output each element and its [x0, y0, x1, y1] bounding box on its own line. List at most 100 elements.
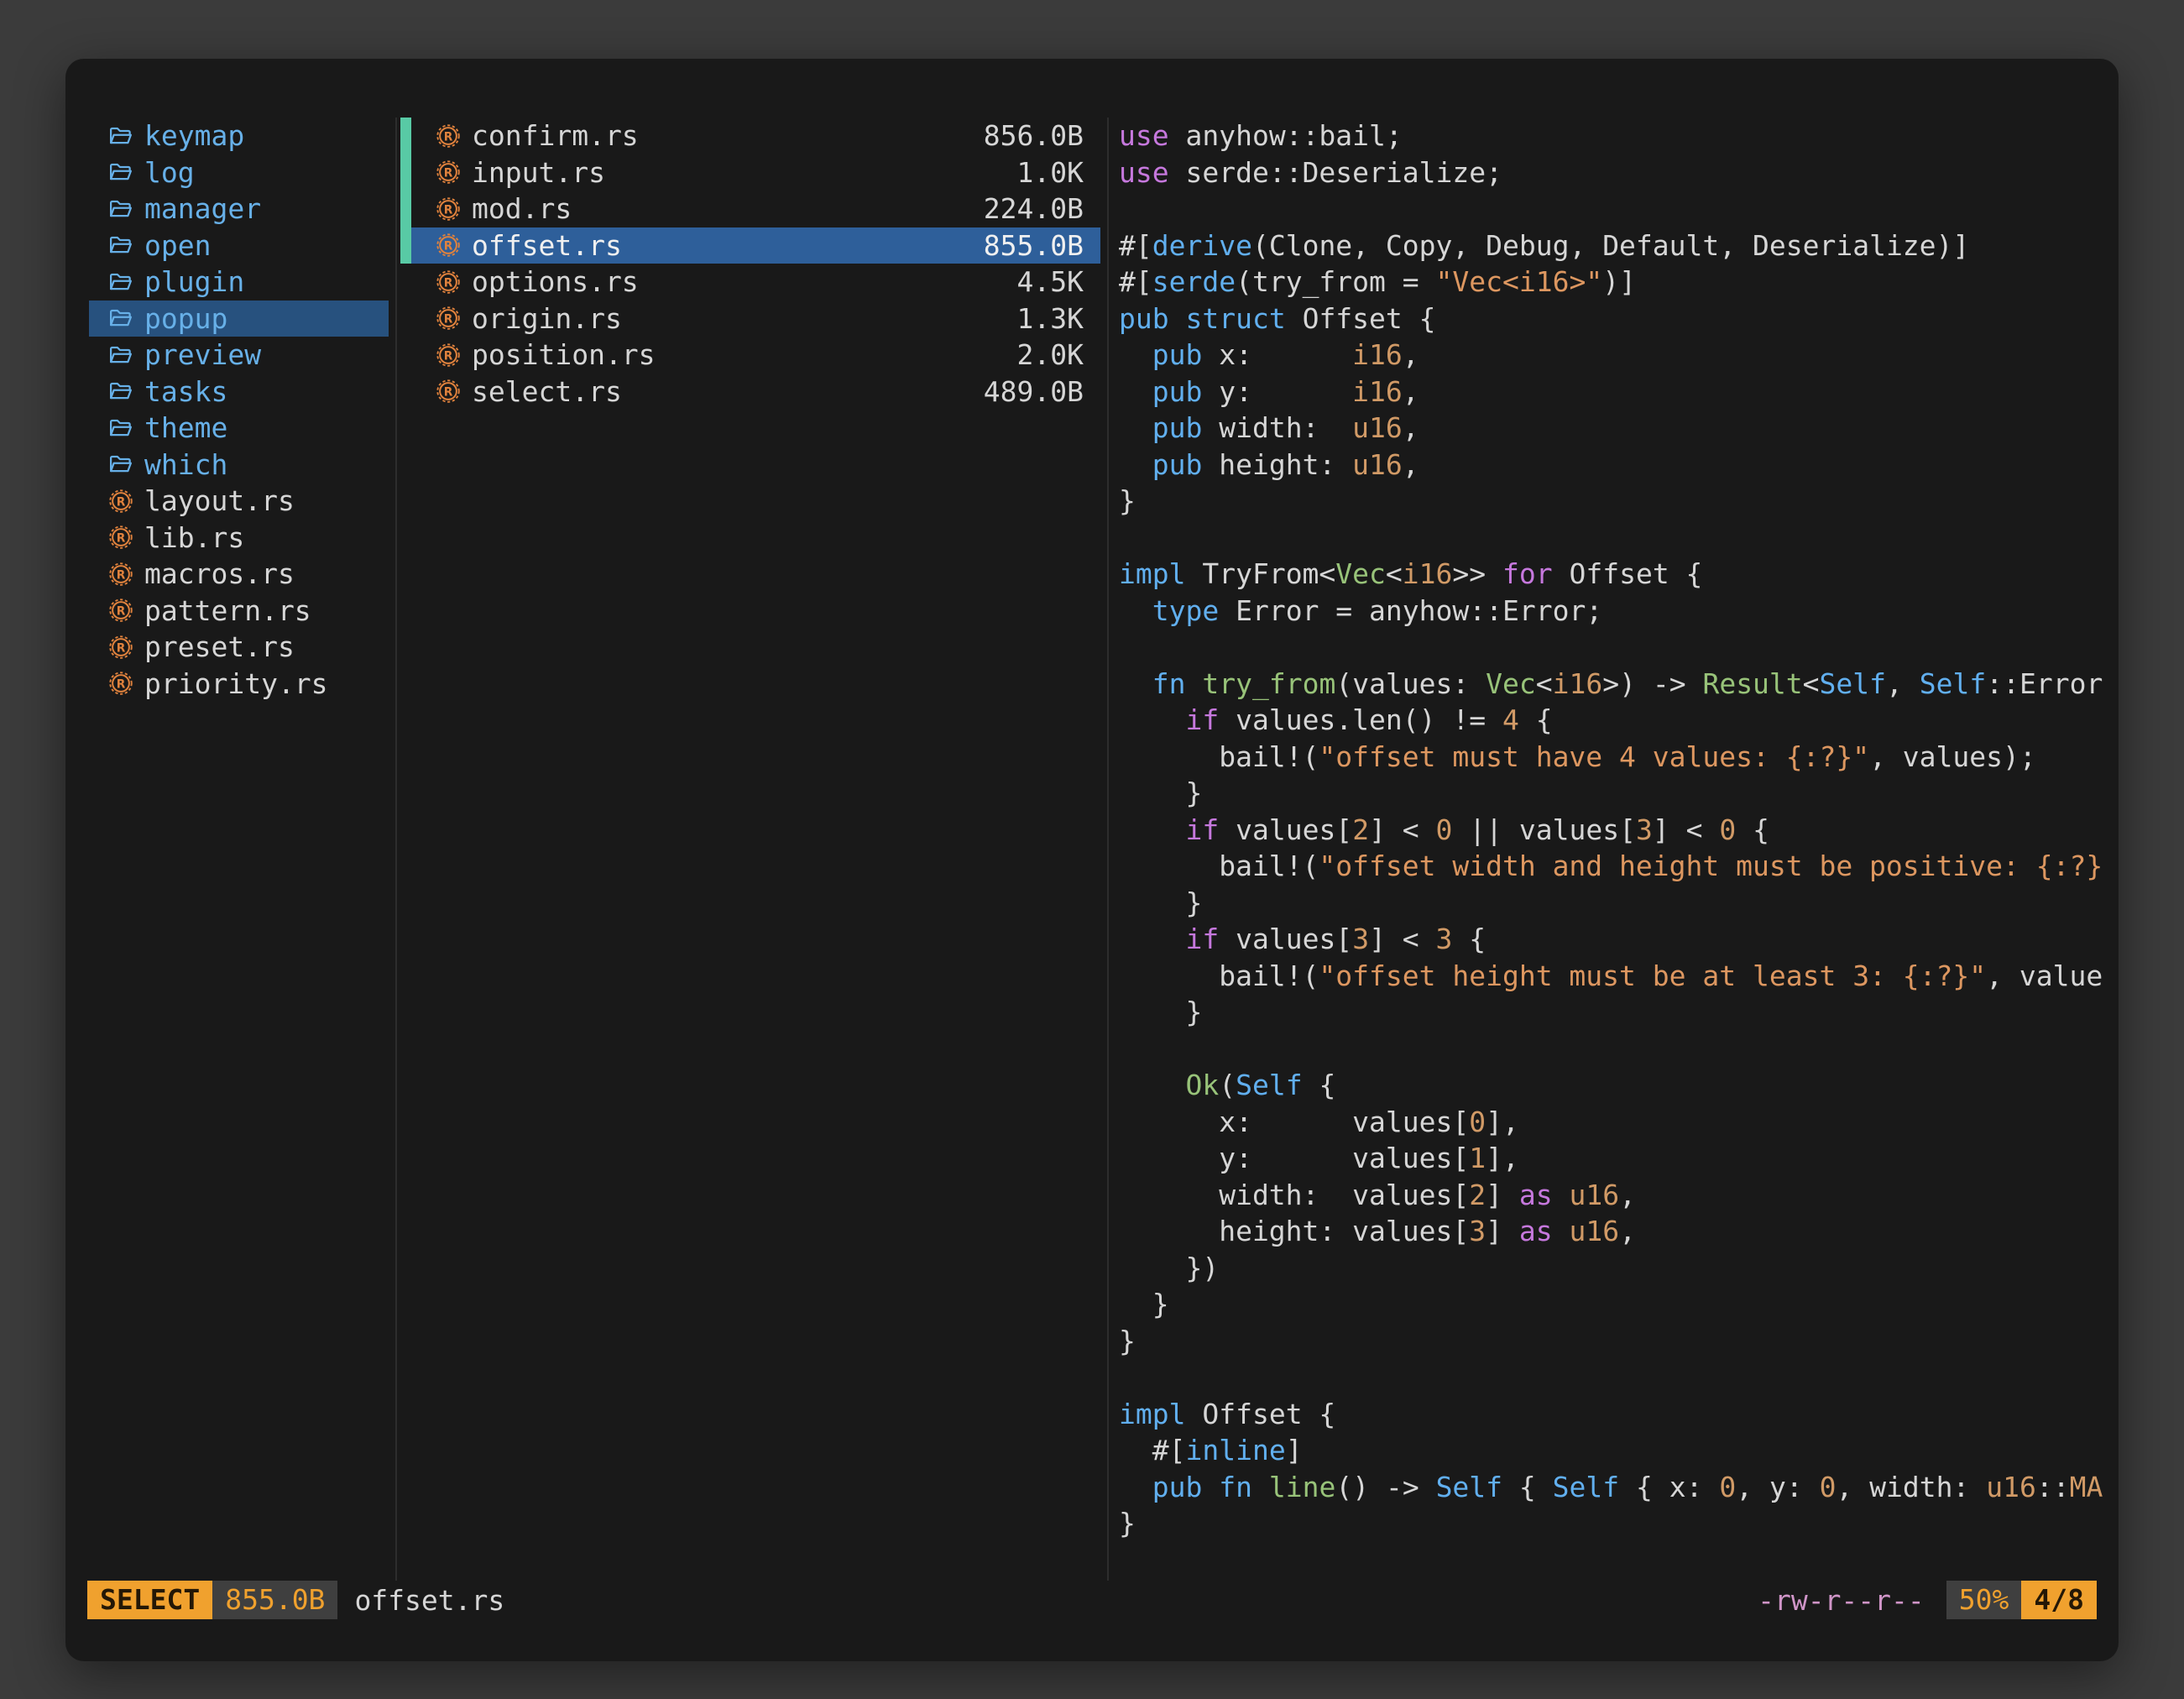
code-line	[1119, 520, 2119, 557]
file-size: 4.5K	[1017, 265, 1084, 298]
cursor-position-badge: 4/8	[2021, 1581, 2097, 1619]
file-row-content: R options.rs 4.5K	[411, 264, 1100, 301]
code-line: #[derive(Clone, Copy, Debug, Default, De…	[1119, 227, 2119, 264]
file-row-content: R offset.rs 855.0B	[411, 227, 1100, 264]
file-name: manager	[144, 192, 261, 225]
file-list-item[interactable]: R mod.rs 224.0B	[400, 191, 1107, 227]
preview-pane[interactable]: use anyhow::bail;use serde::Deserialize;…	[1109, 118, 2119, 1581]
sidebar-dir-item[interactable]: open	[89, 227, 389, 264]
folder-icon	[107, 342, 134, 369]
rust-file-icon: R	[107, 488, 134, 515]
file-list-item[interactable]: R select.rs 489.0B	[400, 374, 1107, 410]
folder-icon	[107, 415, 134, 442]
svg-text:R: R	[444, 240, 453, 254]
code-line: pub height: u16,	[1119, 447, 2119, 484]
file-name: log	[144, 156, 195, 189]
sidebar-dir-item[interactable]: preview	[89, 337, 389, 374]
file-name: priority.rs	[144, 667, 328, 700]
code-line: }	[1119, 483, 2119, 520]
sidebar-dir-item[interactable]: keymap	[89, 118, 389, 154]
sidebar-dir-item[interactable]: popup	[89, 301, 389, 337]
code-line: Ok(Self {	[1119, 1067, 2119, 1104]
file-name: confirm.rs	[472, 119, 639, 152]
sidebar-dir-item[interactable]: theme	[89, 410, 389, 447]
file-list-item[interactable]: R input.rs 1.0K	[400, 154, 1107, 191]
sidebar-dir-item[interactable]: tasks	[89, 374, 389, 410]
rust-file-icon: R	[435, 378, 462, 405]
file-list-item[interactable]: R origin.rs 1.3K	[400, 301, 1107, 337]
file-row-content: R mod.rs 224.0B	[411, 191, 1100, 227]
svg-text:R: R	[117, 678, 126, 692]
page: { "colors": { "page_bg": "#3b3b3b", "win…	[0, 0, 2184, 1699]
sidebar-dir-item[interactable]: R lib.rs	[89, 520, 389, 557]
svg-text:R: R	[444, 130, 453, 144]
svg-text:R: R	[117, 495, 126, 509]
code-line	[1119, 1359, 2119, 1396]
file-name: tasks	[144, 375, 227, 408]
scroll-percent-badge: 50%	[1946, 1581, 2022, 1619]
code-line: if values[2] < 0 || values[3] < 0 {	[1119, 812, 2119, 849]
file-size: 1.3K	[1017, 302, 1084, 335]
code-line: pub y: i16,	[1119, 374, 2119, 410]
sidebar-dir-item[interactable]: plugin	[89, 264, 389, 301]
svg-text:R: R	[444, 349, 453, 363]
code-line: impl Offset {	[1119, 1396, 2119, 1433]
code-line: bail!("offset width and height must be p…	[1119, 848, 2119, 885]
folder-icon	[107, 269, 134, 295]
code-line: impl TryFrom<Vec<i16>> for Offset {	[1119, 556, 2119, 593]
file-list-item[interactable]: R offset.rs 855.0B	[400, 227, 1107, 264]
file-name: lib.rs	[144, 521, 244, 554]
code-line: fn try_from(values: Vec<i16>) -> Result<…	[1119, 666, 2119, 703]
file-size: 1.0K	[1017, 156, 1084, 189]
rust-file-icon: R	[107, 670, 134, 697]
rust-file-icon: R	[435, 123, 462, 149]
selection-marker	[400, 264, 411, 301]
sidebar-dir-item[interactable]: manager	[89, 191, 389, 227]
code-line	[1119, 1031, 2119, 1068]
sidebar-dir-item[interactable]: R preset.rs	[89, 629, 389, 666]
file-name: macros.rs	[144, 557, 295, 590]
code-line: #[serde(try_from = "Vec<i16>")]	[1119, 264, 2119, 301]
rust-file-icon: R	[107, 597, 134, 624]
file-name: popup	[144, 302, 227, 335]
file-row-content: R position.rs 2.0K	[411, 337, 1100, 374]
svg-text:R: R	[444, 386, 453, 400]
code-line	[1119, 191, 2119, 227]
rust-file-icon: R	[107, 524, 134, 551]
sidebar-dir-item[interactable]: which	[89, 447, 389, 484]
code-line: }	[1119, 885, 2119, 922]
file-row-content: R origin.rs 1.3K	[411, 301, 1100, 337]
code-line: bail!("offset height must be at least 3:…	[1119, 958, 2119, 995]
selection-marker	[400, 118, 411, 154]
file-name: plugin	[144, 265, 244, 298]
terminal-file-manager-window: keymap log manager open plugin popup pre…	[65, 59, 2119, 1661]
code-line: type Error = anyhow::Error;	[1119, 593, 2119, 630]
folder-icon	[107, 378, 134, 405]
file-list-item[interactable]: R position.rs 2.0K	[400, 337, 1107, 374]
selection-marker	[400, 301, 411, 337]
selection-marker	[400, 191, 411, 227]
svg-text:R: R	[117, 568, 126, 582]
code-line: pub width: u16,	[1119, 410, 2119, 447]
code-line: pub struct Offset {	[1119, 301, 2119, 337]
file-name: options.rs	[472, 265, 639, 298]
folder-icon	[107, 305, 134, 332]
sidebar-dir-item[interactable]: log	[89, 154, 389, 191]
sidebar-dir-item[interactable]: R priority.rs	[89, 666, 389, 703]
code-line: height: values[3] as u16,	[1119, 1213, 2119, 1250]
folder-icon	[107, 196, 134, 222]
file-size: 224.0B	[984, 192, 1084, 225]
sidebar-dir-item[interactable]: R macros.rs	[89, 556, 389, 593]
file-size: 489.0B	[984, 375, 1084, 408]
file-name: select.rs	[472, 375, 622, 408]
file-list-item[interactable]: R confirm.rs 856.0B	[400, 118, 1107, 154]
file-manager-panes: keymap log manager open plugin popup pre…	[65, 59, 2119, 1581]
sidebar-dir-item[interactable]: R pattern.rs	[89, 593, 389, 630]
file-name: keymap	[144, 119, 244, 152]
file-list-item[interactable]: R options.rs 4.5K	[400, 264, 1107, 301]
file-name: position.rs	[472, 338, 656, 371]
sidebar-dir-item[interactable]: R layout.rs	[89, 483, 389, 520]
status-filename: offset.rs	[354, 1584, 504, 1617]
svg-text:R: R	[117, 532, 126, 546]
current-pane: R confirm.rs 856.0B R input.rs 1.0K R mo…	[397, 118, 1109, 1581]
